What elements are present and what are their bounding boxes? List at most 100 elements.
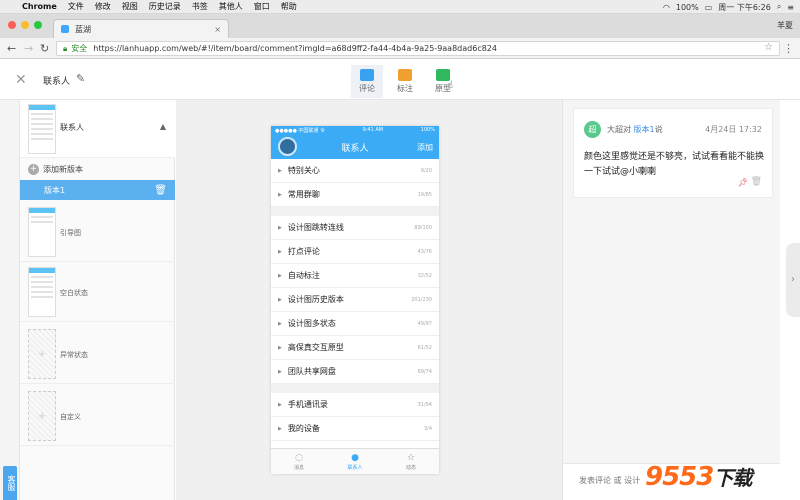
phone-tab-contacts: ● 联系人: [327, 449, 383, 474]
page-item-contacts[interactable]: 联系人 ▲: [20, 100, 175, 158]
page-item-label: 异常状态: [60, 351, 88, 359]
customer-service-tab[interactable]: 客服: [3, 466, 17, 500]
back-icon[interactable]: ←: [7, 42, 16, 55]
tab-strip: 蓝湖 × 羊夏: [0, 14, 800, 38]
profile-name[interactable]: 羊夏: [777, 20, 793, 31]
group-gap: [271, 384, 439, 393]
close-tab-icon[interactable]: ×: [214, 25, 221, 34]
menu-window[interactable]: 窗口: [254, 1, 270, 12]
comment-author: 大超对: [607, 125, 631, 134]
expand-arrow-icon: ▶: [278, 224, 282, 231]
zoom-window-button[interactable]: [34, 21, 42, 29]
group-count: 9/20: [420, 167, 432, 174]
contact-group-row: ▶ 设计图跳转连线 89/100: [271, 216, 439, 240]
url-field[interactable]: 🔒︎ 安全 https://lanhuapp.com/web/#!/item/b…: [56, 41, 780, 56]
star-icon: ☆: [406, 453, 416, 463]
minimize-window-button[interactable]: [21, 21, 29, 29]
app-toolbar: ✕ 联系人 ✎ 评论 标注 原型: [0, 60, 800, 100]
menu-help[interactable]: 帮助: [281, 1, 297, 12]
menu-people[interactable]: 其他人: [219, 1, 243, 12]
page-item-label: 联系人: [60, 123, 84, 132]
list-icon[interactable]: ≡: [787, 3, 794, 12]
phone-tab-label: 消息: [293, 465, 304, 471]
tab-comment-label: 评论: [359, 84, 375, 93]
comment-version-link[interactable]: 版本1: [634, 125, 655, 134]
expand-arrow-icon: ▶: [278, 425, 282, 432]
browser-tab[interactable]: 蓝湖 ×: [53, 19, 229, 38]
clock[interactable]: 周一 下午6:26: [718, 2, 771, 13]
person-icon: ●: [351, 453, 359, 463]
forward-icon[interactable]: →: [24, 42, 33, 55]
right-gutter: ›: [780, 100, 800, 500]
bookmark-star-icon[interactable]: ☆: [764, 42, 773, 53]
page-item-guide[interactable]: 引导图: [20, 202, 175, 262]
group-count: 31/94: [417, 401, 432, 408]
expand-arrow-icon: ▶: [278, 401, 282, 408]
watermark-number: 9553: [645, 462, 714, 492]
add-version-button[interactable]: + 添加新版本: [20, 159, 175, 180]
close-icon[interactable]: ✕: [15, 72, 27, 88]
pin-icon[interactable]: 📌︎: [738, 178, 748, 187]
plus-icon: +: [28, 164, 39, 175]
comment-icon: [360, 69, 374, 81]
tab-prototype[interactable]: 原型: [427, 65, 459, 98]
menu-edit[interactable]: 修改: [95, 1, 111, 12]
wifi-icon[interactable]: ◠: [663, 3, 670, 12]
phone-mockup: ●●●●● 中国联通 令 9:41 AM 100% 联系人 添加 ▶ 特别关心 9/…: [271, 126, 439, 474]
group-name: 打点评论: [287, 247, 320, 256]
design-canvas[interactable]: ●●●●● 中国联通 令 9:41 AM 100% 联系人 添加 ▶ 特别关心 9/…: [176, 100, 562, 500]
menu-chrome[interactable]: Chrome: [22, 2, 57, 11]
comment-date: 4月24日 17:32: [705, 125, 762, 134]
page-item-custom[interactable]: + 自定义: [20, 386, 175, 446]
expand-arrow-icon: ▶: [278, 167, 282, 174]
page-thumbnail: [28, 267, 56, 317]
menu-bookmarks[interactable]: 书签: [192, 1, 208, 12]
watermark-suffix: 下载: [713, 466, 752, 490]
phone-status-bar: ●●●●● 中国联通 令 9:41 AM 100%: [271, 126, 439, 134]
comment-card[interactable]: 超 大超对 版本1说 4月24日 17:32 颜色这里感觉还是不够亮，试试看看能…: [573, 108, 773, 198]
watermark: 9553下载: [645, 462, 752, 492]
menu-history[interactable]: 历史记录: [149, 1, 181, 12]
page-thumbnail: [28, 104, 56, 154]
lock-icon: 🔒︎: [63, 43, 68, 53]
chrome-menu-icon[interactable]: ⋮: [783, 42, 794, 55]
phone-tab-messages: ◌ 消息: [271, 449, 327, 474]
comment-panel: 超 大超对 版本1说 4月24日 17:32 颜色这里感觉还是不够亮，试试看看能…: [562, 100, 781, 500]
contact-group-row: ▶ 打点评论 43/76: [271, 240, 439, 264]
group-count: 3/4: [423, 425, 432, 432]
group-name: 手机通讯录: [287, 400, 328, 409]
group-name: 常用群聊: [287, 190, 320, 199]
collapse-caret-icon[interactable]: ▲: [160, 122, 166, 131]
expand-arrow-icon: ▶: [278, 296, 282, 303]
contact-group-row: ▶ 设计图多状态 49/97: [271, 312, 439, 336]
battery-icon[interactable]: ▭: [705, 3, 713, 12]
status-area: ◠ 100% ▭ 周一 下午6:26 ⌕ ≡: [663, 0, 794, 14]
menu-view[interactable]: 视图: [122, 1, 138, 12]
tab-annotate[interactable]: 标注: [389, 65, 421, 98]
edit-icon[interactable]: ✎: [76, 72, 85, 85]
tab-annotate-label: 标注: [397, 84, 413, 93]
group-count: 43/76: [417, 248, 432, 255]
page-item-error-state[interactable]: + 异常状态: [20, 324, 175, 384]
search-icon[interactable]: ⌕: [777, 2, 781, 12]
group-name: 设计图跳转连线: [287, 223, 344, 232]
phone-tabbar: ◌ 消息 ● 联系人 ☆ 动态: [271, 448, 439, 474]
expand-panel-button[interactable]: ›: [786, 243, 800, 317]
comment-meta: 大超对 版本1说: [607, 124, 663, 135]
phone-title: 联系人: [341, 144, 369, 154]
delete-comment-icon[interactable]: 🗑︎: [751, 177, 762, 187]
reload-icon[interactable]: ↻: [40, 42, 49, 55]
tab-comment[interactable]: 评论: [351, 65, 383, 98]
version-item[interactable]: 版本1 🗑︎: [20, 180, 175, 200]
group-name: 设计图历史版本: [287, 295, 344, 304]
contact-group-row: ▶ 自动标注 32/52: [271, 264, 439, 288]
group-count: 49/97: [417, 320, 432, 327]
page-item-empty-state[interactable]: 空白状态: [20, 262, 175, 322]
menu-file[interactable]: 文件: [68, 1, 84, 12]
close-window-button[interactable]: [8, 21, 16, 29]
page-thumbnail: [28, 207, 56, 257]
annotate-icon: [398, 69, 412, 81]
page-item-label: 自定义: [60, 413, 81, 421]
address-bar: ← → ↻ 🔒︎ 安全 https://lanhuapp.com/web/#!/…: [0, 38, 800, 59]
delete-version-icon[interactable]: 🗑︎: [154, 185, 167, 196]
